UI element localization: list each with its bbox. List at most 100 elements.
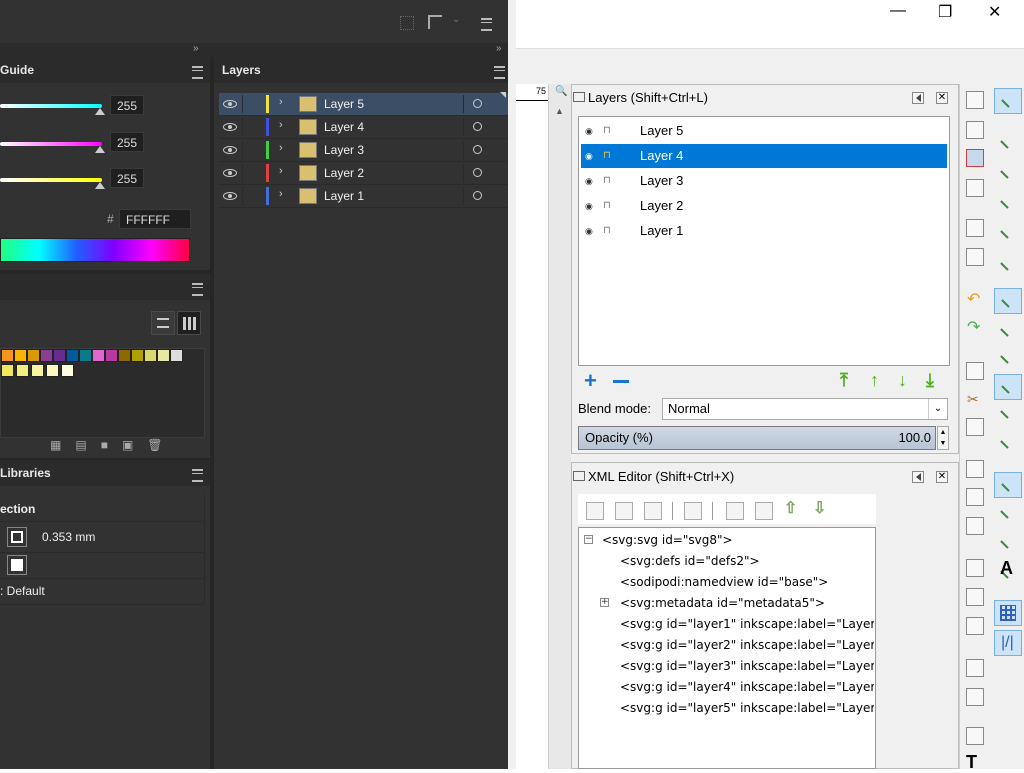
show-swatch-kinds-icon[interactable]: ▤ [75,438,100,452]
clone-icon[interactable] [966,588,984,606]
paste-icon[interactable] [966,418,984,436]
inkscape-layer-row[interactable]: ◉ ⊓ Layer 4 [581,144,947,168]
chevron-right-icon[interactable]: › [279,188,283,200]
target-circle-icon[interactable] [473,145,482,154]
color-swatch[interactable] [53,349,66,362]
target-circle-icon[interactable] [473,99,482,108]
inkscape-layer-row[interactable]: ◉ ⊓ Layer 5 [581,119,947,143]
color-spectrum-bar[interactable] [0,238,190,262]
snap-cusp-node-icon[interactable] [994,345,1022,371]
eye-icon[interactable]: ◉ [585,144,593,168]
blend-mode-select[interactable]: Normal ⌄ [662,398,948,420]
chevron-right-icon[interactable]: › [279,165,283,177]
collapse-right-icon[interactable]: » [496,43,502,54]
lock-icon[interactable]: ⊓ [603,144,611,168]
fill-swatch[interactable] [7,555,27,575]
chevron-right-icon[interactable]: › [279,119,283,131]
guide-menu-icon[interactable] [192,66,203,79]
swatch-library-icon[interactable]: ▦ [50,438,75,452]
print-icon[interactable] [966,179,984,197]
color-swatch[interactable] [66,349,79,362]
inkscape-layer-name[interactable]: Layer 4 [640,144,683,168]
xml-node[interactable]: <svg:g id="layer2" inkscape:label="Layer… [582,637,874,655]
snap-guide-icon[interactable]: |/| [994,630,1022,656]
new-text-node-icon[interactable] [615,502,633,520]
color-swatch[interactable] [79,349,92,362]
color-swatch[interactable] [61,364,74,377]
unindent-node-icon[interactable] [726,502,744,520]
snap-bbox-edge-icon[interactable] [994,160,1022,186]
snap-nodes-icon[interactable] [994,252,1022,278]
open-icon[interactable] [966,121,984,139]
ungroup-icon[interactable] [966,688,984,706]
copy-icon[interactable] [966,362,984,380]
new-swatch-icon[interactable]: ▣ [122,438,147,452]
inkscape-layer-row[interactable]: ◉ ⊓ Layer 2 [581,194,947,218]
swatches-menu-icon[interactable] [192,283,203,296]
cyan-value-field[interactable]: 255 [110,95,144,115]
xml-node[interactable]: + <svg:metadata id="metadata5"> [582,595,874,613]
new-document-icon[interactable] [966,91,984,109]
snap-others-icon[interactable] [994,430,1022,456]
inkscape-layer-name[interactable]: Layer 1 [640,219,683,243]
eye-icon[interactable]: ◉ [585,194,593,218]
snap-intersection-icon[interactable] [994,318,1022,344]
stroke-swatch[interactable] [7,527,27,547]
eye-icon[interactable] [223,192,237,200]
xml-node[interactable]: <svg:g id="layer5" inkscape:label="Layer… [582,700,874,718]
color-swatch[interactable] [92,349,105,362]
opacity-stepper[interactable]: ▲ ▼ [937,426,949,450]
import-icon[interactable] [966,219,984,237]
libraries-menu-icon[interactable] [192,469,203,482]
magenta-slider-track[interactable] [0,142,102,146]
lower-layer-button[interactable]: ↓ [898,370,907,391]
cut-icon[interactable]: ✂ [966,390,984,408]
chevron-right-icon[interactable]: › [279,142,283,154]
chevron-down-icon[interactable]: ⌄ [928,399,947,419]
duplicate-icon[interactable] [966,559,984,577]
xml-node[interactable]: <svg:defs id="defs2"> [582,553,874,571]
trash-icon[interactable]: 🗑 [147,438,176,452]
layers-tab[interactable]: Layers [214,63,261,77]
eye-icon[interactable]: ◉ [585,219,593,243]
color-swatch[interactable] [105,349,118,362]
restore-button[interactable]: ❐ [938,2,952,22]
collapse-left-icon[interactable]: » [193,43,199,54]
color-swatch[interactable] [131,349,144,362]
chevron-down-icon[interactable]: ⌄ [452,14,460,25]
xml-node[interactable]: − <svg:svg id="svg8"> [582,532,874,550]
cyan-slider-track[interactable] [0,104,102,108]
arrange-icon[interactable] [400,16,414,30]
target-circle-icon[interactable] [473,168,482,177]
color-swatch[interactable] [27,349,40,362]
libraries-tab[interactable]: Libraries [0,466,51,480]
text-tool-icon[interactable]: A [1000,558,1013,579]
hex-value-field[interactable]: FFFFFF [119,209,191,229]
snap-smooth-node-icon[interactable] [994,374,1022,400]
snap-bbox-midpoint-icon[interactable] [994,220,1022,246]
expand-icon[interactable]: + [600,598,609,607]
layers-menu-icon[interactable] [494,66,505,79]
fill-stroke-icon[interactable] [966,727,984,745]
panel-splitter[interactable] [210,57,214,769]
collapse-icon[interactable]: − [584,535,593,544]
lock-icon[interactable]: ⊓ [603,119,611,143]
target-circle-icon[interactable] [473,122,482,131]
dock-iconify-button[interactable] [912,471,924,483]
eye-icon[interactable] [223,146,237,154]
color-swatch[interactable] [170,349,183,362]
zoom-icon[interactable]: 🔍 [555,86,567,97]
color-swatch[interactable] [1,349,14,362]
grid-view-button[interactable] [177,311,201,335]
eye-icon[interactable] [223,100,237,108]
lower-to-bottom-button[interactable]: ⤓ [926,370,934,391]
close-button[interactable]: ✕ [988,2,1001,22]
snap-grid-icon[interactable] [994,600,1022,626]
canvas-area[interactable] [516,84,548,769]
snap-rotation-center-icon[interactable] [994,500,1022,526]
layer-row[interactable]: › Layer 2 [219,162,508,185]
eye-icon[interactable]: ◉ [585,169,593,193]
lock-icon[interactable]: ⊓ [603,194,611,218]
export-icon[interactable] [966,248,984,266]
scroll-up-icon[interactable]: ▲ [555,106,564,116]
